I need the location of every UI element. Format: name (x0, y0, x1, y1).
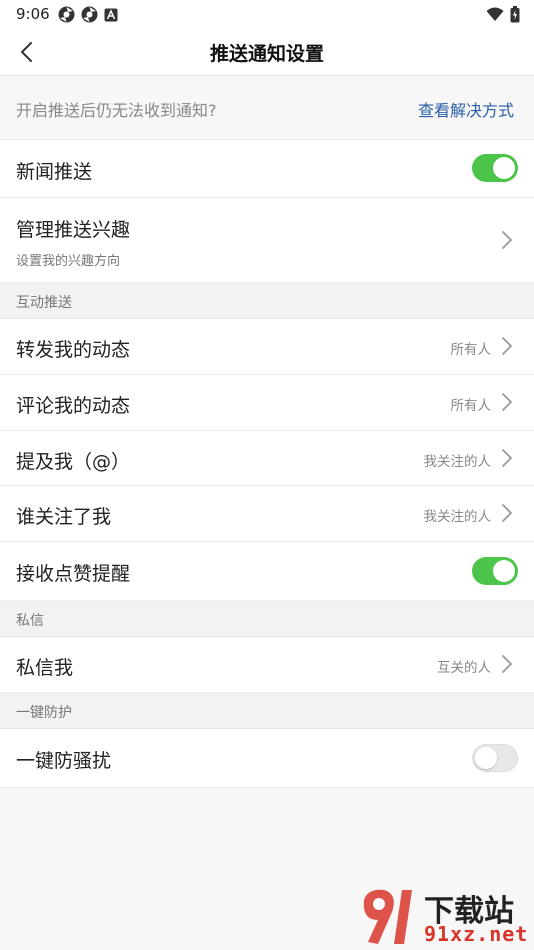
battery-icon (510, 6, 520, 23)
mention-row[interactable]: 提及我（@） 我关注的人 (0, 431, 534, 486)
chevron-right-icon (502, 655, 512, 673)
section-header-interaction: 互动推送 (0, 283, 534, 319)
mention-value: 我关注的人 (423, 454, 492, 470)
toggle-knob (493, 157, 515, 179)
dm-value: 互关的人 (437, 660, 491, 676)
chevron-right-icon (502, 504, 512, 522)
watermark-text-bottom: 91xz.net (424, 922, 529, 946)
news-push-label: 新闻推送 (16, 161, 93, 183)
toggle-knob (493, 560, 515, 582)
repost-label: 转发我的动态 (16, 339, 131, 361)
like-reminder-label: 接收点赞提醒 (16, 563, 131, 585)
manage-interest-row[interactable]: 管理推送兴趣 设置我的兴趣方向 (0, 198, 534, 283)
app-notification-icon (81, 6, 98, 23)
repost-row[interactable]: 转发我的动态 所有人 (0, 319, 534, 375)
news-push-toggle[interactable] (472, 154, 518, 182)
status-time: 9:06 (16, 5, 50, 23)
status-notification-icons (58, 6, 118, 23)
section-title: 互动推送 (16, 295, 72, 311)
help-bar: 开启推送后仍无法收到通知? 查看解决方式 (0, 76, 534, 140)
chevron-right-icon (502, 449, 512, 467)
chevron-right-icon (502, 393, 512, 411)
view-solution-link[interactable]: 查看解决方式 (418, 97, 514, 121)
manage-interest-label: 管理推送兴趣 (16, 219, 131, 241)
dm-row[interactable]: 私信我 互关的人 (0, 637, 534, 693)
follower-row[interactable]: 谁关注了我 我关注的人 (0, 486, 534, 542)
nav-bar: 推送通知设置 (0, 30, 534, 76)
app-notification-icon (58, 6, 75, 23)
section-header-dm: 私信 (0, 601, 534, 637)
mention-label: 提及我（@） (16, 451, 131, 473)
toggle-knob (475, 747, 497, 769)
repost-value: 所有人 (450, 342, 492, 358)
anti-harassment-label: 一键防骚扰 (16, 750, 112, 772)
anti-harassment-row: 一键防骚扰 (0, 729, 534, 788)
page-title: 推送通知设置 (209, 43, 324, 65)
comment-value: 所有人 (450, 398, 492, 414)
help-text: 开启推送后仍无法收到通知? (16, 101, 217, 120)
like-reminder-row: 接收点赞提醒 (0, 542, 534, 601)
chevron-right-icon (502, 337, 512, 355)
comment-row[interactable]: 评论我的动态 所有人 (0, 375, 534, 431)
chevron-right-icon (502, 231, 512, 249)
status-bar: 9:06 (0, 0, 534, 30)
section-title: 私信 (16, 613, 44, 629)
follower-label: 谁关注了我 (16, 506, 112, 528)
section-header-protect: 一键防护 (0, 693, 534, 729)
watermark-91-icon (363, 889, 412, 944)
news-push-row: 新闻推送 (0, 140, 534, 198)
app-a-icon (104, 8, 118, 21)
comment-label: 评论我的动态 (16, 395, 131, 417)
manage-interest-sublabel: 设置我的兴趣方向 (16, 254, 121, 269)
watermark-logo: 下载站 91xz.net (358, 886, 530, 946)
dm-label: 私信我 (16, 657, 74, 679)
like-reminder-toggle[interactable] (472, 557, 518, 585)
follower-value: 我关注的人 (423, 509, 492, 525)
status-system-icons (486, 6, 520, 23)
anti-harassment-toggle[interactable] (472, 744, 518, 772)
wifi-icon (486, 7, 504, 21)
section-title: 一键防护 (16, 705, 72, 721)
